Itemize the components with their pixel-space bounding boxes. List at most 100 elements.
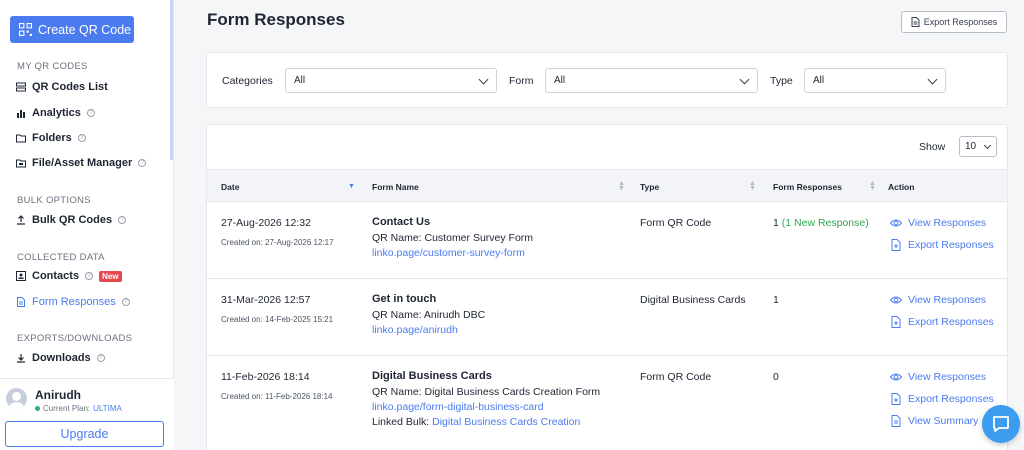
create-qr-code-label: Create QR Code: [38, 22, 132, 37]
sidebar-item-label: Bulk QR Codes: [32, 214, 113, 226]
row-type: Form QR Code: [640, 217, 712, 229]
categories-select[interactable]: All: [285, 68, 497, 93]
type-label: Type: [770, 75, 793, 87]
export-responses-action[interactable]: Export Responses: [890, 393, 994, 405]
sidebar-item-folders[interactable]: Folders ?: [16, 132, 86, 144]
row-link[interactable]: linko.page/form-digital-business-card: [372, 401, 544, 413]
section-exports-downloads: EXPORTS/DOWNLOADS: [17, 333, 133, 344]
new-badge: New: [99, 270, 122, 282]
contact-card-icon: [16, 271, 26, 281]
type-value: All: [813, 75, 825, 86]
upload-icon: [17, 215, 25, 225]
row-form-title: Digital Business Cards: [372, 370, 492, 382]
export-responses-action[interactable]: Export Responses: [890, 239, 994, 251]
sidebar-item-contacts[interactable]: Contacts ? New: [16, 270, 122, 282]
help-icon[interactable]: ?: [138, 159, 147, 167]
export-responses-label: Export Responses: [908, 239, 994, 251]
row-responses: 1: [773, 294, 779, 306]
user-panel: Anirudh Current Plan: ULTIMA Upgrade: [0, 378, 174, 450]
sidebar-item-bulk-qr-codes[interactable]: Bulk QR Codes ?: [16, 214, 127, 226]
table-row: 11-Feb-2026 18:14 Created on: 11-Feb-202…: [207, 356, 1007, 450]
export-responses-action[interactable]: Export Responses: [890, 316, 994, 328]
filter-bar: Categories All Form All Type All: [206, 52, 1008, 108]
export-responses-button[interactable]: Export Responses: [901, 11, 1007, 33]
row-responses: 1 (1 New Response): [773, 217, 869, 229]
sidebar-scrollbar[interactable]: [170, 0, 173, 160]
view-responses-label: View Responses: [908, 371, 987, 383]
sidebar-item-qr-codes-list[interactable]: QR Codes List: [16, 81, 108, 93]
response-count: 1: [773, 217, 779, 229]
row-qr-name: QR Name: Digital Business Cards Creation…: [372, 386, 601, 398]
sidebar-item-downloads[interactable]: Downloads ?: [16, 352, 105, 364]
show-label: Show: [919, 141, 946, 153]
sidebar-item-analytics[interactable]: Analytics ?: [16, 107, 95, 119]
help-icon[interactable]: ?: [85, 272, 94, 280]
view-summary-label: View Summary: [908, 415, 979, 427]
bar-chart-icon: [17, 110, 25, 118]
type-select[interactable]: All: [804, 68, 946, 93]
linked-bulk-link[interactable]: Digital Business Cards Creation: [432, 416, 580, 428]
sidebar-item-label: Contacts: [32, 270, 80, 282]
linked-bulk-label: Linked Bulk:: [372, 416, 430, 428]
column-header-type[interactable]: Type: [640, 182, 659, 192]
view-responses-action[interactable]: View Responses: [890, 217, 986, 229]
row-type: Form QR Code: [640, 371, 712, 383]
sidebar-item-form-responses[interactable]: Form Responses ?: [16, 296, 130, 308]
sidebar-item-file-asset-manager[interactable]: File/Asset Manager ?: [16, 157, 147, 169]
column-header-action: Action: [888, 182, 915, 192]
view-responses-label: View Responses: [908, 217, 987, 229]
qr-code-icon: [19, 23, 32, 36]
responses-table: Show 10 Date ▼ Form Name ▲ ▼ Type ▲ ▼ Form…: [206, 124, 1008, 450]
row-link[interactable]: linko.page/anirudh: [372, 324, 458, 336]
chevron-down-icon: [739, 74, 750, 85]
view-summary-action[interactable]: View Summary: [890, 415, 978, 427]
row-created: Created on: 11-Feb-2026 18:14: [221, 392, 333, 401]
download-icon: [17, 354, 25, 363]
help-icon[interactable]: ?: [96, 354, 105, 362]
sort-icon[interactable]: ▲ ▼: [749, 180, 756, 192]
upgrade-button[interactable]: Upgrade: [5, 421, 164, 447]
export-file-icon: [891, 239, 901, 251]
document-icon: [911, 17, 920, 27]
row-date: 11-Feb-2026 18:14: [221, 371, 310, 383]
sort-icon[interactable]: ▲ ▼: [869, 180, 876, 192]
row-date: 27-Aug-2026 12:32: [221, 217, 311, 229]
column-header-form-name[interactable]: Form Name: [372, 182, 419, 192]
form-value: All: [554, 75, 566, 86]
column-header-form-responses[interactable]: Form Responses: [773, 182, 842, 192]
chat-support-button[interactable]: [982, 405, 1020, 443]
column-header-date[interactable]: Date: [221, 182, 239, 192]
page-size-select[interactable]: 10: [959, 136, 997, 157]
new-response-note: (1 New Response): [781, 217, 869, 229]
export-responses-label: Export Responses: [908, 316, 994, 328]
view-responses-action[interactable]: View Responses: [890, 371, 986, 383]
folder-file-icon: [16, 159, 26, 168]
row-date: 31-Mar-2026 12:57: [221, 294, 311, 306]
row-link[interactable]: linko.page/customer-survey-form: [372, 247, 525, 259]
create-qr-code-button[interactable]: Create QR Code: [10, 16, 134, 43]
chat-icon: [993, 416, 1009, 432]
row-form-title: Contact Us: [372, 216, 431, 228]
export-file-icon: [891, 393, 901, 405]
plan-label: Current Plan:: [43, 404, 91, 413]
sidebar-item-label: Folders: [32, 132, 72, 144]
sort-icon[interactable]: ▲ ▼: [618, 180, 625, 192]
help-icon[interactable]: ?: [118, 216, 127, 224]
help-icon[interactable]: ?: [77, 134, 86, 142]
section-collected-data: COLLECTED DATA: [17, 252, 105, 263]
table-row: 27-Aug-2026 12:32 Created on: 27-Aug-202…: [207, 202, 1007, 279]
view-responses-action[interactable]: View Responses: [890, 294, 986, 306]
form-select[interactable]: All: [545, 68, 758, 93]
help-icon[interactable]: ?: [86, 109, 95, 117]
form-label: Form: [509, 75, 534, 87]
sidebar-item-label: Analytics: [32, 107, 81, 119]
export-responses-label: Export Responses: [908, 393, 994, 405]
sidebar-item-label: Downloads: [32, 352, 91, 364]
document-icon: [891, 415, 901, 427]
row-created: Created on: 14-Feb-2025 15:21: [221, 315, 334, 324]
export-file-icon: [891, 316, 901, 328]
sort-desc-icon[interactable]: ▼: [348, 183, 355, 190]
section-bulk-options: BULK OPTIONS: [17, 195, 91, 206]
avatar[interactable]: [6, 388, 27, 409]
help-icon[interactable]: ?: [121, 298, 130, 306]
